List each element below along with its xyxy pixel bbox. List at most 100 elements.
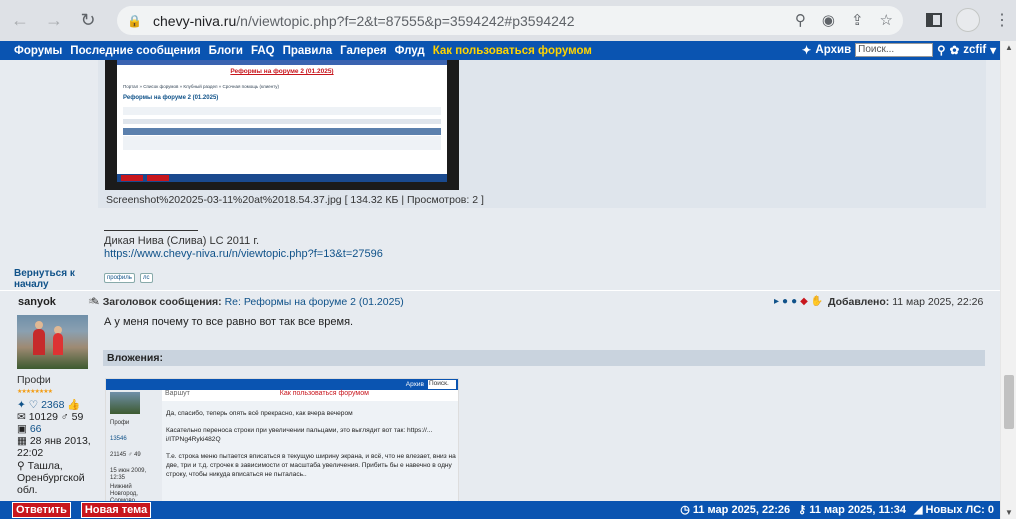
attach-rank: Профи bbox=[110, 420, 130, 426]
side-panel-icon[interactable] bbox=[926, 13, 942, 27]
registered-date: 28 янв 2013, 22:02 bbox=[17, 435, 91, 459]
quote-icon[interactable]: ● bbox=[782, 296, 788, 307]
post-previous: Реформы на форуме 2 (01.2025) Портал » С… bbox=[0, 60, 1000, 290]
calendar-icon: ▦ bbox=[17, 435, 27, 447]
attachment-caption: Screenshot%202025-03-11%20at%2018.54.37.… bbox=[106, 194, 484, 206]
nav-help[interactable]: Как пользоваться форумом bbox=[433, 45, 592, 57]
clock-icon: ◷ bbox=[680, 504, 693, 516]
lock-icon[interactable]: 🔒 bbox=[127, 14, 142, 28]
search-icon[interactable]: ⚲ bbox=[937, 43, 945, 57]
preview-title: Реформы на форуме 2 (01.2025) bbox=[230, 68, 334, 75]
nav-faq[interactable]: FAQ bbox=[251, 45, 275, 57]
signature-divider bbox=[104, 230, 198, 231]
post-date-value: 11 мар 2025, 22:26 bbox=[892, 296, 984, 308]
back-arrow-icon[interactable]: ← bbox=[6, 7, 34, 35]
post-date: Добавлено: 11 мар 2025, 22:26 bbox=[828, 296, 983, 308]
preview-heading: Реформы на форуме 2 (01.2025) bbox=[123, 95, 219, 101]
thumbs-down-icon[interactable]: ✋ bbox=[811, 296, 823, 307]
nav-archive[interactable]: Архив bbox=[815, 44, 851, 56]
time-current-value: 11 мар 2025, 22:26 bbox=[692, 504, 791, 516]
nav-latest[interactable]: Последние сообщения bbox=[70, 45, 200, 57]
nav-blogs[interactable]: Блоги bbox=[209, 45, 243, 57]
attach-loc: Нижний Новгород, Сормово bbox=[110, 484, 138, 501]
attach-nav: Архив Поиск. bbox=[106, 379, 458, 390]
nav-gallery[interactable]: Галерея bbox=[340, 45, 386, 57]
scroll-down-icon[interactable]: ▼ bbox=[1005, 508, 1013, 517]
new-pm[interactable]: ◢ Новых ЛС: 0 bbox=[914, 503, 994, 516]
nav-forums[interactable]: Форумы bbox=[14, 45, 62, 57]
browser-toolbar: ← → ↻ 🔒 chevy-niva.ru/n/viewtopic.php?f=… bbox=[0, 0, 1016, 41]
post-actions: ▸ ● ● ◆ ✋ bbox=[774, 296, 823, 307]
scroll-up-icon[interactable]: ▲ bbox=[1005, 43, 1013, 52]
reload-icon[interactable]: ↻ bbox=[74, 7, 102, 35]
time-lastvisit: ⚷ 11 мар 2025, 11:34 bbox=[798, 503, 906, 516]
nav-rules[interactable]: Правила bbox=[283, 45, 333, 57]
preview-footer bbox=[117, 174, 447, 182]
subject-link[interactable]: Re: Реформы на форуме 2 (01.2025) bbox=[225, 296, 404, 308]
send-icon: ◢ bbox=[913, 504, 926, 516]
pin-icon: ✦ bbox=[801, 45, 812, 57]
signature-link[interactable]: https://www.chevy-niva.ru/n/viewtopic.ph… bbox=[104, 248, 383, 260]
attach-p1: Да, спасибо, теперь опять всё прекрасно,… bbox=[166, 410, 353, 417]
preview-bar bbox=[117, 60, 447, 65]
page-scrollbar[interactable]: ▲ ▼ bbox=[1000, 41, 1016, 519]
forward-arrow-icon[interactable]: → bbox=[40, 7, 68, 35]
zoom-icon[interactable]: ⚲ bbox=[795, 11, 806, 29]
preview-row bbox=[123, 107, 441, 115]
attach-reply-to: Варшут bbox=[165, 390, 190, 397]
preview-footer-btn bbox=[121, 175, 143, 181]
profile-button[interactable]: профиль bbox=[104, 273, 135, 283]
attach-rep: 13546 bbox=[110, 436, 127, 442]
like-icon: 👍 bbox=[67, 399, 81, 411]
new-topic-button[interactable]: Новая тема bbox=[80, 502, 152, 518]
reply-icon[interactable]: ● bbox=[791, 296, 797, 307]
time-lastvisit-value: 11 мар 2025, 11:34 bbox=[809, 504, 906, 516]
topic-content: Реформы на форуме 2 (01.2025) Портал » С… bbox=[0, 60, 1000, 501]
thumbs-up-icon: ✦ ♡ bbox=[17, 399, 39, 411]
back-to-top-link[interactable]: Вернуться к началу bbox=[14, 268, 94, 290]
post-subject: ✎ Заголовок сообщения: Re: Реформы на фо… bbox=[91, 296, 404, 308]
preview-footer-btn bbox=[147, 175, 169, 181]
avatar bbox=[17, 315, 88, 369]
author-rank: Профи bbox=[17, 374, 51, 386]
attach-p3: Т.е. строка меню пытается вписаться в те… bbox=[166, 453, 456, 478]
preview-table-cell bbox=[123, 136, 441, 150]
rank-stars: ★★★★★★★★ bbox=[17, 389, 53, 395]
attach-stats: 21145 ♂ 49 bbox=[110, 452, 141, 458]
share-icon[interactable]: ⇪ bbox=[851, 11, 864, 29]
profile-avatar-icon[interactable] bbox=[956, 8, 980, 32]
eye-off-icon[interactable]: ◉ bbox=[822, 11, 835, 29]
posts-stat: ✉ 10129 ♂ 59 bbox=[17, 411, 83, 423]
warning-icon[interactable]: ◆ bbox=[800, 296, 808, 307]
attachment-image[interactable]: Архив Поиск. Профи 13546 21145 ♂ 49 15 и… bbox=[105, 378, 459, 501]
user-menu[interactable]: zcfif bbox=[963, 44, 986, 56]
menu-kebab-icon[interactable]: ⋮ bbox=[994, 10, 1010, 30]
chevron-down-icon[interactable]: ▾ bbox=[990, 43, 996, 57]
photos-count[interactable]: 66 bbox=[30, 423, 42, 435]
attachments-header: Вложения: bbox=[103, 350, 985, 366]
screenshot-preview: Реформы на форуме 2 (01.2025) Портал » С… bbox=[117, 60, 447, 182]
attach-avatar bbox=[110, 392, 140, 414]
scrollbar-thumb[interactable] bbox=[1004, 375, 1014, 429]
forum-topnav: Форумы Последние сообщения Блоги FAQ Пра… bbox=[0, 41, 1000, 60]
settings-icon[interactable]: ✿ bbox=[950, 43, 960, 57]
reply-button[interactable]: Ответить bbox=[12, 502, 71, 518]
address-bar[interactable]: 🔒 chevy-niva.ru/n/viewtopic.php?f=2&t=87… bbox=[117, 6, 903, 35]
new-pm-count: Новых ЛС: 0 bbox=[925, 504, 995, 516]
report-icon[interactable]: ▸ bbox=[774, 296, 779, 307]
preview-breadcrumb: Портал » Список форумов » Клубный раздел… bbox=[123, 84, 280, 89]
url-text[interactable]: chevy-niva.ru/n/viewtopic.php?f=2&t=8755… bbox=[153, 13, 575, 29]
attach-userpanel: Профи 13546 21145 ♂ 49 15 июн 2009, 12:3… bbox=[106, 390, 162, 501]
attachment-thumbnail[interactable]: Реформы на форуме 2 (01.2025) Портал » С… bbox=[105, 60, 459, 193]
reputation-value[interactable]: 2368 bbox=[41, 399, 64, 411]
search-input[interactable]: Поиск... bbox=[855, 43, 934, 57]
pm-button[interactable]: лс bbox=[140, 273, 153, 283]
photos-stat: ▣ 66 bbox=[17, 423, 42, 435]
bookmark-star-icon[interactable]: ☆ bbox=[880, 11, 893, 29]
nav-flood[interactable]: Флуд bbox=[395, 45, 425, 57]
location-stat: ⚲ Ташла, Оренбургской обл. bbox=[17, 460, 97, 496]
subject-icon: ✎ bbox=[91, 296, 103, 308]
avatar-figure bbox=[35, 321, 43, 329]
author-name[interactable]: sanyok bbox=[18, 296, 56, 308]
registered-stat: ▦ 28 янв 2013, 22:02 bbox=[17, 435, 97, 459]
